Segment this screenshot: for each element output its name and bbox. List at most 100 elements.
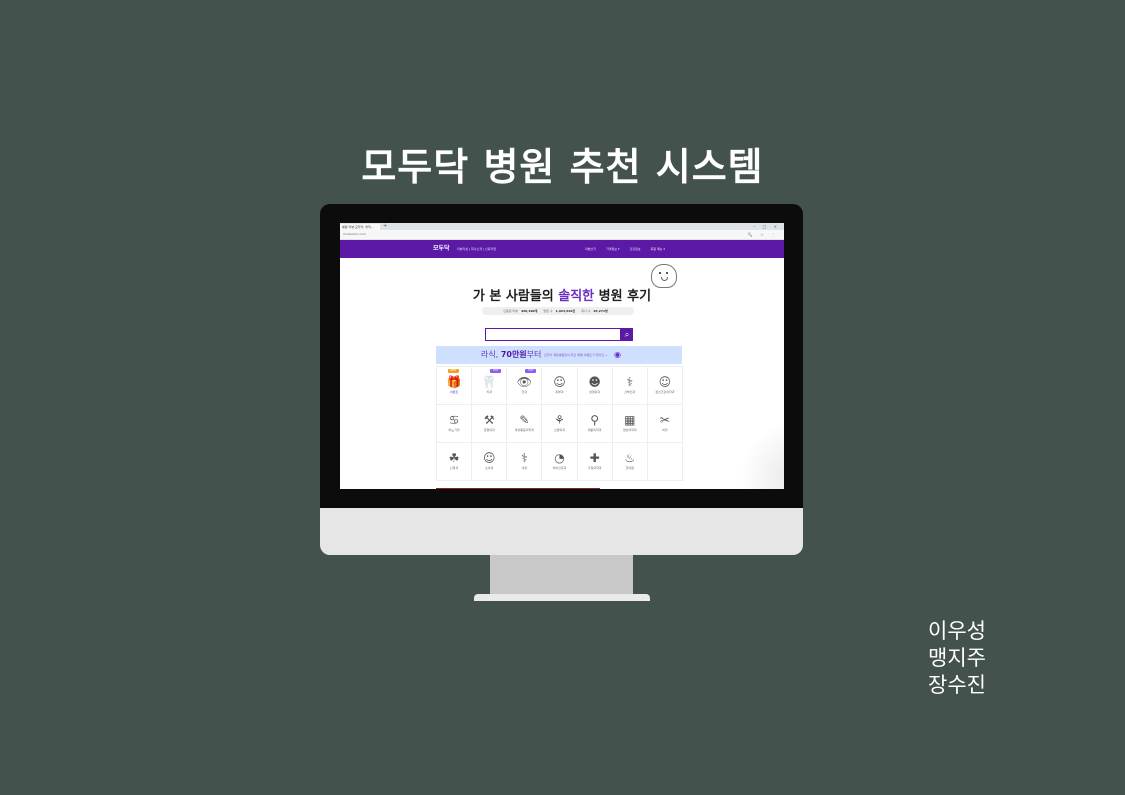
category-label: 이비인후과 bbox=[552, 466, 567, 470]
category-item[interactable]: ⚲ 재활의학과 bbox=[577, 405, 613, 443]
category-icon: 🎁 bbox=[446, 375, 462, 389]
category-item[interactable]: ✚ 가정의학과 bbox=[577, 443, 613, 481]
category-item[interactable]: BEST 🎁 이벤트 bbox=[437, 367, 473, 405]
category-label: 정형외과 bbox=[483, 428, 495, 432]
eye-icon: ◉ bbox=[614, 350, 621, 359]
category-icon: ✎ bbox=[519, 413, 530, 427]
category-icon: ☺ bbox=[553, 375, 566, 389]
monitor-stand-neck bbox=[490, 555, 633, 595]
category-icon: 👁 bbox=[516, 375, 532, 389]
category-icon: ☘ bbox=[448, 451, 460, 465]
category-label: 가정의학과 bbox=[587, 466, 602, 470]
category-label: 정신건강의학과 bbox=[655, 390, 675, 394]
category-item[interactable]: ♨ 한의원 bbox=[612, 443, 648, 481]
footer-bar bbox=[436, 488, 600, 489]
category-icon: ✂ bbox=[659, 413, 670, 427]
category-icon: ⚲ bbox=[590, 413, 600, 427]
new-tab-button[interactable]: + bbox=[383, 223, 387, 230]
category-label: 피부과 bbox=[555, 390, 564, 394]
hero-title-prefix: 가 본 사람들의 bbox=[472, 289, 559, 304]
category-item[interactable]: ✎ 마취통증의학과 bbox=[507, 405, 543, 443]
nav-link-health[interactable]: 건강정보 bbox=[629, 247, 640, 251]
category-label: 소아과 bbox=[485, 466, 494, 470]
category-icon: 🦷 bbox=[481, 375, 497, 389]
category-icon: ▦ bbox=[624, 413, 636, 427]
category-label: 안과 bbox=[521, 390, 528, 394]
author-name: 맹지주 bbox=[928, 646, 986, 670]
category-item[interactable]: HOT 👁 안과 bbox=[507, 367, 543, 405]
author-name: 장수진 bbox=[928, 673, 986, 697]
mascot-icon bbox=[651, 264, 677, 288]
site-logo[interactable]: 모두닥 bbox=[433, 240, 450, 258]
category-item[interactable]: ♋ 비뇨기과 bbox=[437, 405, 473, 443]
category-label: 영상의학과 bbox=[622, 428, 637, 432]
category-label: 신경외과 bbox=[553, 428, 566, 432]
category-item[interactable]: ☻ 성형외과 bbox=[577, 367, 613, 405]
stat-label: 방문 수 bbox=[543, 309, 553, 313]
category-item[interactable]: ⚕ 산부인과 bbox=[612, 367, 648, 405]
address-bar[interactable]: modoodoc.com 🔍 ☆ ⋮ bbox=[340, 230, 784, 240]
category-label: 외과 bbox=[662, 428, 668, 432]
category-icon: ✚ bbox=[589, 451, 600, 465]
stat-label: 인증된 리뷰 bbox=[503, 309, 518, 313]
category-grid: BEST 🎁 이벤트 HOT 🦷 치과 HOT 👁 안과 ☺ 피부과 ☻ 성형외과 ⚕ 산부인과 ☺ 정신건강의… bbox=[436, 366, 683, 481]
category-item[interactable]: ☘ 신경과 bbox=[437, 443, 473, 481]
browser-tab-bar: 병원 리뷰 모두닥: 솔직... + – □ × bbox=[340, 223, 784, 230]
monitor-screen: 병원 리뷰 모두닥: 솔직... + – □ × modoodoc.com 🔍 … bbox=[340, 223, 784, 489]
stats-bar: 인증된 리뷰 420,390개 방문 수 1,923,640건 회사 수 93,271… bbox=[482, 307, 634, 315]
search-icon: ⌕ bbox=[624, 330, 630, 339]
category-item[interactable]: ⚕ 내과 bbox=[507, 443, 543, 481]
search-input[interactable] bbox=[485, 328, 621, 341]
nav-right-links: 리뷰쓰기 가격정보 ▾ 건강정보 회원 메뉴 ▾ bbox=[585, 240, 674, 258]
stat-value: 420,390개 bbox=[520, 309, 538, 313]
window-controls[interactable]: – □ × bbox=[753, 223, 780, 230]
nav-left-links[interactable]: 리뷰작성 | 회사소개 | 신뢰작업 bbox=[457, 240, 496, 258]
stat-value: 93,271명 bbox=[593, 309, 608, 313]
search-button[interactable]: ⌕ bbox=[621, 328, 633, 341]
author-list: 이우성 맹지주 장수진 bbox=[912, 618, 1002, 699]
promo-banner[interactable]: 라식, 70만원부터 모두닥 제휴병원만의 최신 특별 이벤트가 있어요 → ◉ bbox=[436, 346, 682, 364]
page-title: 모두닥 병원 추천 시스템 bbox=[361, 145, 764, 189]
screen-glare bbox=[730, 413, 784, 489]
category-icon: ☻ bbox=[588, 375, 601, 389]
category-item[interactable]: ⚘ 신경외과 bbox=[542, 405, 578, 443]
category-icon: ♋ bbox=[448, 413, 460, 427]
stat-label: 회사 수 bbox=[581, 309, 591, 313]
site-navbar: 모두닥 리뷰작성 | 회사소개 | 신뢰작업 리뷰쓰기 가격정보 ▾ 건강정보 … bbox=[340, 240, 784, 258]
category-icon: ⚒ bbox=[483, 413, 495, 427]
category-icon: ☺ bbox=[482, 451, 496, 465]
category-item[interactable]: ☺ 정신건강의학과 bbox=[647, 367, 683, 405]
stat-value: 1,923,640건 bbox=[555, 309, 576, 313]
category-item[interactable]: ◔ 이비인후과 bbox=[542, 443, 578, 481]
category-icon: ⚕ bbox=[626, 375, 634, 389]
category-badge: HOT bbox=[490, 369, 502, 373]
category-item[interactable]: HOT 🦷 치과 bbox=[472, 367, 508, 405]
banner-subtext: 모두닥 제휴병원만의 최신 특별 이벤트가 있어요 → bbox=[544, 353, 608, 357]
category-item[interactable]: ☺ 소아과 bbox=[472, 443, 508, 481]
category-icon: ♨ bbox=[624, 451, 636, 465]
category-label: 마취통증의학과 bbox=[514, 428, 535, 432]
url-text[interactable]: modoodoc.com bbox=[343, 230, 366, 239]
hero-title-highlight: 솔직한 bbox=[558, 289, 595, 304]
category-badge: HOT bbox=[525, 369, 537, 373]
author-name: 이우성 bbox=[928, 619, 986, 643]
category-label: 재활의학과 bbox=[587, 428, 602, 432]
monitor-stand-foot bbox=[474, 594, 650, 601]
category-label: 이벤트 bbox=[449, 390, 459, 394]
monitor-chin bbox=[320, 508, 803, 555]
category-icon: ⚕ bbox=[521, 451, 528, 465]
address-bar-icons[interactable]: 🔍 ☆ ⋮ bbox=[748, 230, 778, 239]
nav-link-member[interactable]: 회원 메뉴 ▾ bbox=[651, 247, 665, 251]
category-label: 성형외과 bbox=[589, 390, 601, 394]
category-icon: ☺ bbox=[658, 375, 672, 389]
nav-link-price[interactable]: 가격정보 ▾ bbox=[606, 247, 620, 251]
category-item[interactable]: ⚒ 정형외과 bbox=[472, 405, 508, 443]
category-item[interactable]: ▦ 영상의학과 bbox=[612, 405, 648, 443]
category-item[interactable]: ✂ 외과 bbox=[647, 405, 683, 443]
category-label: 산부인과 bbox=[624, 390, 636, 394]
category-item[interactable]: ☺ 피부과 bbox=[542, 367, 578, 405]
category-icon: ◔ bbox=[554, 451, 565, 465]
category-label: 내과 bbox=[521, 466, 528, 470]
nav-link-review[interactable]: 리뷰쓰기 bbox=[585, 247, 596, 251]
category-empty-cell bbox=[647, 443, 683, 481]
